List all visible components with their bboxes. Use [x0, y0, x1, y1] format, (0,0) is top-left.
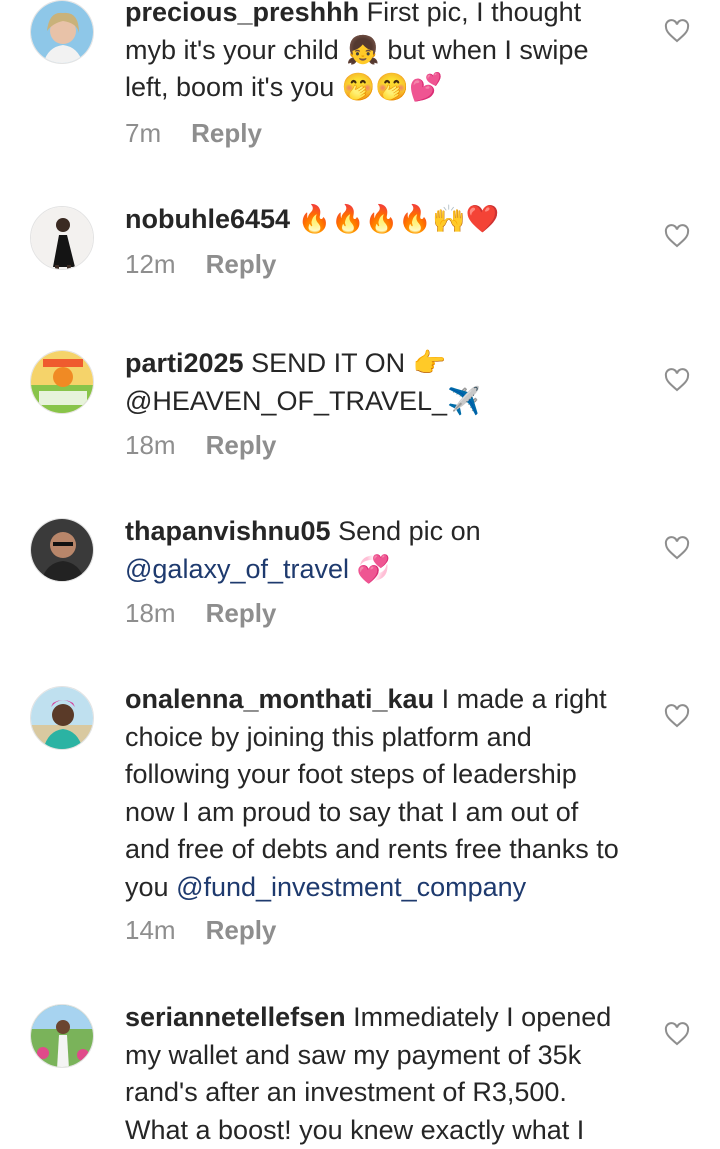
comment-meta: 7m Reply [125, 118, 262, 149]
comment-emoji: 💞 [356, 553, 391, 585]
comment-username[interactable]: seriannetellefsen [125, 1002, 346, 1032]
comment-body: seriannetellefsen Immediately I opened m… [125, 999, 625, 1149]
comment-username[interactable]: precious_preshhh [125, 0, 359, 27]
comment-text: I made a right choice by joining this pl… [125, 684, 619, 902]
comment-time: 14m [125, 915, 176, 945]
mention-link[interactable]: @fund_investment_company [176, 872, 526, 902]
heart-outline-icon[interactable] [664, 19, 690, 43]
avatar[interactable] [30, 518, 94, 582]
heart-outline-icon[interactable] [664, 368, 690, 392]
comment-meta: 14m Reply [125, 915, 276, 946]
heart-outline-icon[interactable] [664, 224, 690, 248]
heart-outline-icon[interactable] [664, 1022, 690, 1046]
comment-text: 🔥🔥🔥🔥🙌❤️ [297, 204, 500, 235]
reply-button[interactable]: Reply [206, 598, 277, 628]
avatar[interactable] [30, 206, 94, 270]
comment-username[interactable]: parti2025 [125, 348, 244, 378]
comment-text: Send pic on [338, 516, 481, 546]
comment-username[interactable]: nobuhle6454 [125, 204, 290, 234]
comment-body: onalenna_monthati_kau I made a right cho… [125, 681, 625, 906]
avatar[interactable] [30, 350, 94, 414]
comment-username[interactable]: thapanvishnu05 [125, 516, 331, 546]
comment-time: 18m [125, 598, 176, 628]
heart-outline-icon[interactable] [664, 536, 690, 560]
comment-body: parti2025 SEND IT ON 👉@HEAVEN_OF_TRAVEL_… [125, 345, 625, 420]
comment-meta: 18m Reply [125, 430, 276, 461]
reply-button[interactable]: Reply [191, 118, 262, 148]
heart-outline-icon[interactable] [664, 704, 690, 728]
reply-button[interactable]: Reply [206, 430, 277, 460]
avatar[interactable] [30, 1004, 94, 1068]
comment-time: 12m [125, 249, 176, 279]
comment-time: 7m [125, 118, 162, 148]
comment-time: 18m [125, 430, 176, 460]
mention-link[interactable]: @galaxy_of_travel [125, 554, 349, 584]
reply-button[interactable]: Reply [206, 915, 277, 945]
avatar[interactable] [30, 686, 94, 750]
comment-body: precious_preshhh First pic, I thought my… [125, 0, 625, 107]
reply-button[interactable]: Reply [206, 249, 277, 279]
comment-meta: 12m Reply [125, 249, 276, 280]
avatar[interactable] [30, 0, 94, 64]
comment-meta: 18m Reply [125, 598, 276, 629]
comment-username[interactable]: onalenna_monthati_kau [125, 684, 434, 714]
comment-body: thapanvishnu05 Send pic on @galaxy_of_tr… [125, 513, 625, 588]
comment-body: nobuhle6454 🔥🔥🔥🔥🙌❤️ [125, 201, 625, 239]
